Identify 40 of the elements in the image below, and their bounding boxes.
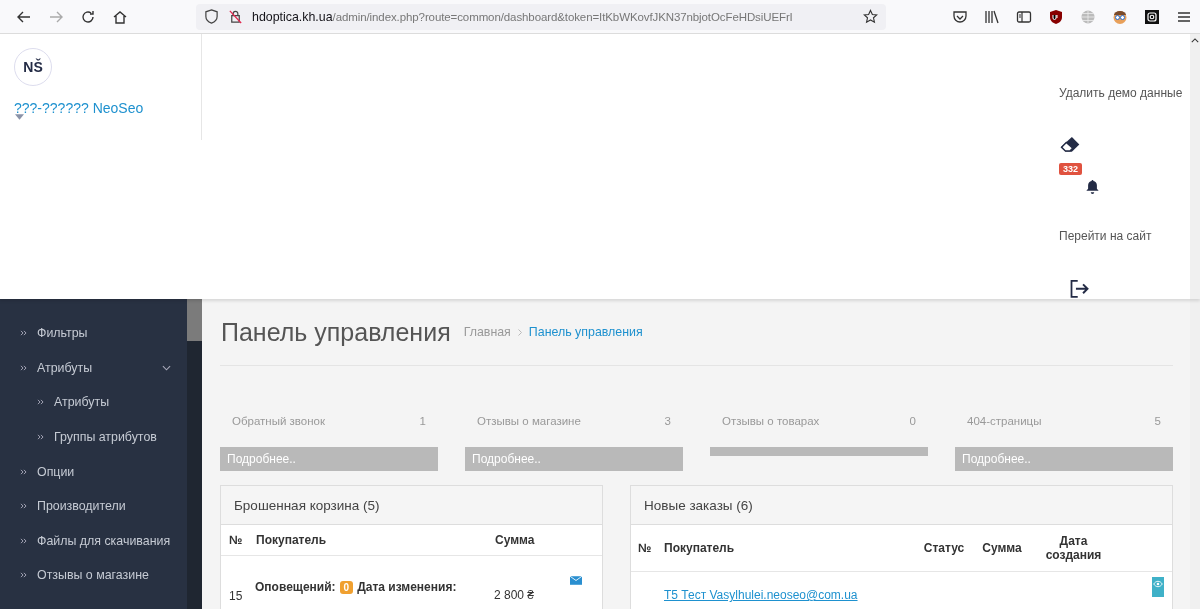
stat-label: Отзывы о магазине <box>477 415 581 427</box>
sidebar-item[interactable]: Отзывы о магазине <box>0 558 187 593</box>
customer-link[interactable]: T5 Тест Vasylhulei.neoseo@com.ua <box>664 588 858 602</box>
notifications-label: Оповещений: <box>255 580 336 594</box>
stat-label: Отзывы о товарах <box>722 415 820 427</box>
column-header: Дата создания <box>1044 534 1103 562</box>
delete-demo-link[interactable]: Удалить демо данные <box>1059 86 1183 100</box>
column-header: Покупатель <box>256 533 328 547</box>
table-cell: 15 <box>229 589 243 603</box>
store-name-link[interactable]: ???-?????? NeoSeo <box>14 100 201 116</box>
sidebar-item[interactable]: Фильтры <box>0 316 187 351</box>
notification-count-badge: 332 <box>1059 162 1083 175</box>
stat-label: Обратный звонок <box>232 415 325 427</box>
sidebar-subitem[interactable]: Атрибуты <box>0 385 187 420</box>
panel-title: Брошенная корзина (5) <box>221 486 602 525</box>
sidebar-item[interactable]: Атрибуты <box>0 350 187 386</box>
stat-count: 5 <box>1154 415 1161 427</box>
page-title: Панель управления <box>221 317 451 347</box>
column-header: Статус <box>922 541 966 555</box>
stat-count: 0 <box>909 415 916 427</box>
url-host: hdoptica.kh.ua <box>252 9 333 24</box>
column-header: № <box>637 541 653 555</box>
address-bar[interactable]: hdoptica.kh.ua/admin/index.php?route=common/dashboard&token=ItKbWKovfJKN37nbjotOcFeHDsiUEFrI <box>196 3 886 30</box>
panel-title: Новые заказы (6) <box>631 486 1172 525</box>
url-path: /admin/index.php?route=common/dashboard&token=ItKbWKovfJKN37nbjotOcFeHDsiUEFrI <box>332 10 793 23</box>
column-header: Сумма <box>495 533 535 547</box>
sidebar-item[interactable]: Файлы для скачивания <box>0 523 187 559</box>
notifications-badge: 0 <box>339 580 354 594</box>
table-cell: 2 800 ₴ <box>494 588 535 602</box>
column-header: Сумма <box>981 541 1023 555</box>
stat-count: 1 <box>419 415 426 427</box>
sidebar-item[interactable]: Производители <box>0 488 187 524</box>
go-to-site-link[interactable]: Перейти на сайт <box>1059 229 1152 244</box>
sidebar-subitem[interactable]: Группы атрибутов <box>0 419 187 455</box>
sidebar-item[interactable]: Опции <box>0 454 187 489</box>
column-header: № <box>228 533 244 547</box>
date-label: Дата изменения: <box>357 580 457 594</box>
stat-count: 3 <box>664 415 671 427</box>
column-header: Покупатель <box>664 541 736 555</box>
stat-label: 404-страницы <box>967 415 1042 427</box>
